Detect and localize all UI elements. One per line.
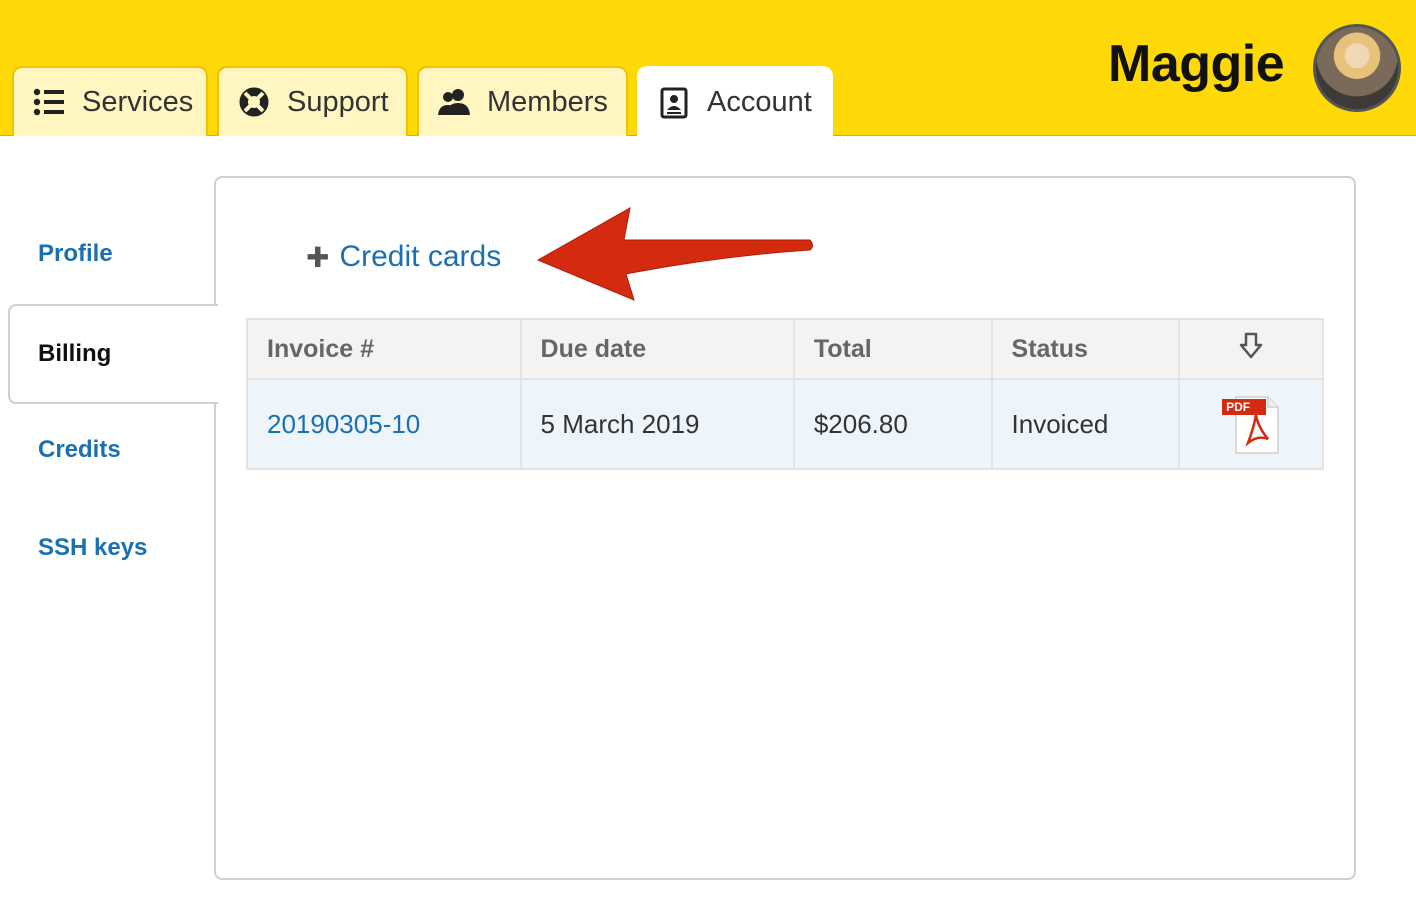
invoices-table: Invoice # Due date Total Status 20190305… — [246, 318, 1324, 470]
column-header-total[interactable]: Total — [792, 318, 993, 380]
tab-label: Support — [287, 85, 389, 118]
invoice-number-cell: 20190305-10 — [246, 378, 522, 470]
invoice-link[interactable]: 20190305-10 — [267, 409, 420, 439]
column-header-invoice[interactable]: Invoice # — [246, 318, 522, 380]
column-header-status[interactable]: Status — [990, 318, 1181, 380]
credit-cards-label: Credit cards — [339, 240, 502, 273]
sidebar-item-billing[interactable]: Billing — [8, 304, 218, 404]
download-arrow-icon — [1239, 332, 1263, 358]
pdf-label: PDF — [1226, 400, 1251, 414]
column-header-due-date[interactable]: Due date — [519, 318, 795, 380]
annotation-arrow-icon — [536, 207, 813, 301]
pdf-icon[interactable]: PDF — [1220, 393, 1282, 455]
status-cell: Invoiced — [990, 378, 1181, 470]
credit-cards-link[interactable]: ✚ Credit cards — [306, 240, 501, 274]
id-card-icon — [657, 86, 691, 120]
user-name[interactable]: Maggie — [1108, 34, 1288, 94]
users-icon — [437, 85, 471, 119]
due-date-cell: 5 March 2019 — [519, 378, 795, 470]
sidebar-item-profile[interactable]: Profile — [38, 240, 113, 268]
list-icon — [32, 85, 66, 119]
lifebuoy-icon — [237, 85, 271, 119]
tab-label: Members — [487, 85, 608, 118]
sidebar-item-credits[interactable]: Credits — [38, 436, 121, 464]
tab-members[interactable]: Members — [417, 66, 628, 136]
download-cell: PDF — [1178, 378, 1324, 470]
top-bar: Services Support Members Account Maggie — [0, 0, 1416, 137]
tab-label: Services — [82, 85, 194, 118]
table-row: 20190305-10 5 March 2019 $206.80 Invoice… — [246, 378, 1324, 470]
column-header-download[interactable] — [1178, 318, 1324, 380]
plus-icon: ✚ — [306, 241, 330, 273]
total-cell: $206.80 — [792, 378, 993, 470]
sidebar-item-label: Billing — [38, 340, 112, 367]
tab-services[interactable]: Services — [12, 66, 208, 136]
table-header-row: Invoice # Due date Total Status — [246, 318, 1324, 380]
tab-account[interactable]: Account — [637, 66, 833, 137]
tab-support[interactable]: Support — [217, 66, 408, 136]
avatar-icon[interactable] — [1313, 24, 1401, 112]
tab-label: Account — [707, 86, 812, 118]
sidebar-item-ssh-keys[interactable]: SSH keys — [38, 534, 147, 562]
